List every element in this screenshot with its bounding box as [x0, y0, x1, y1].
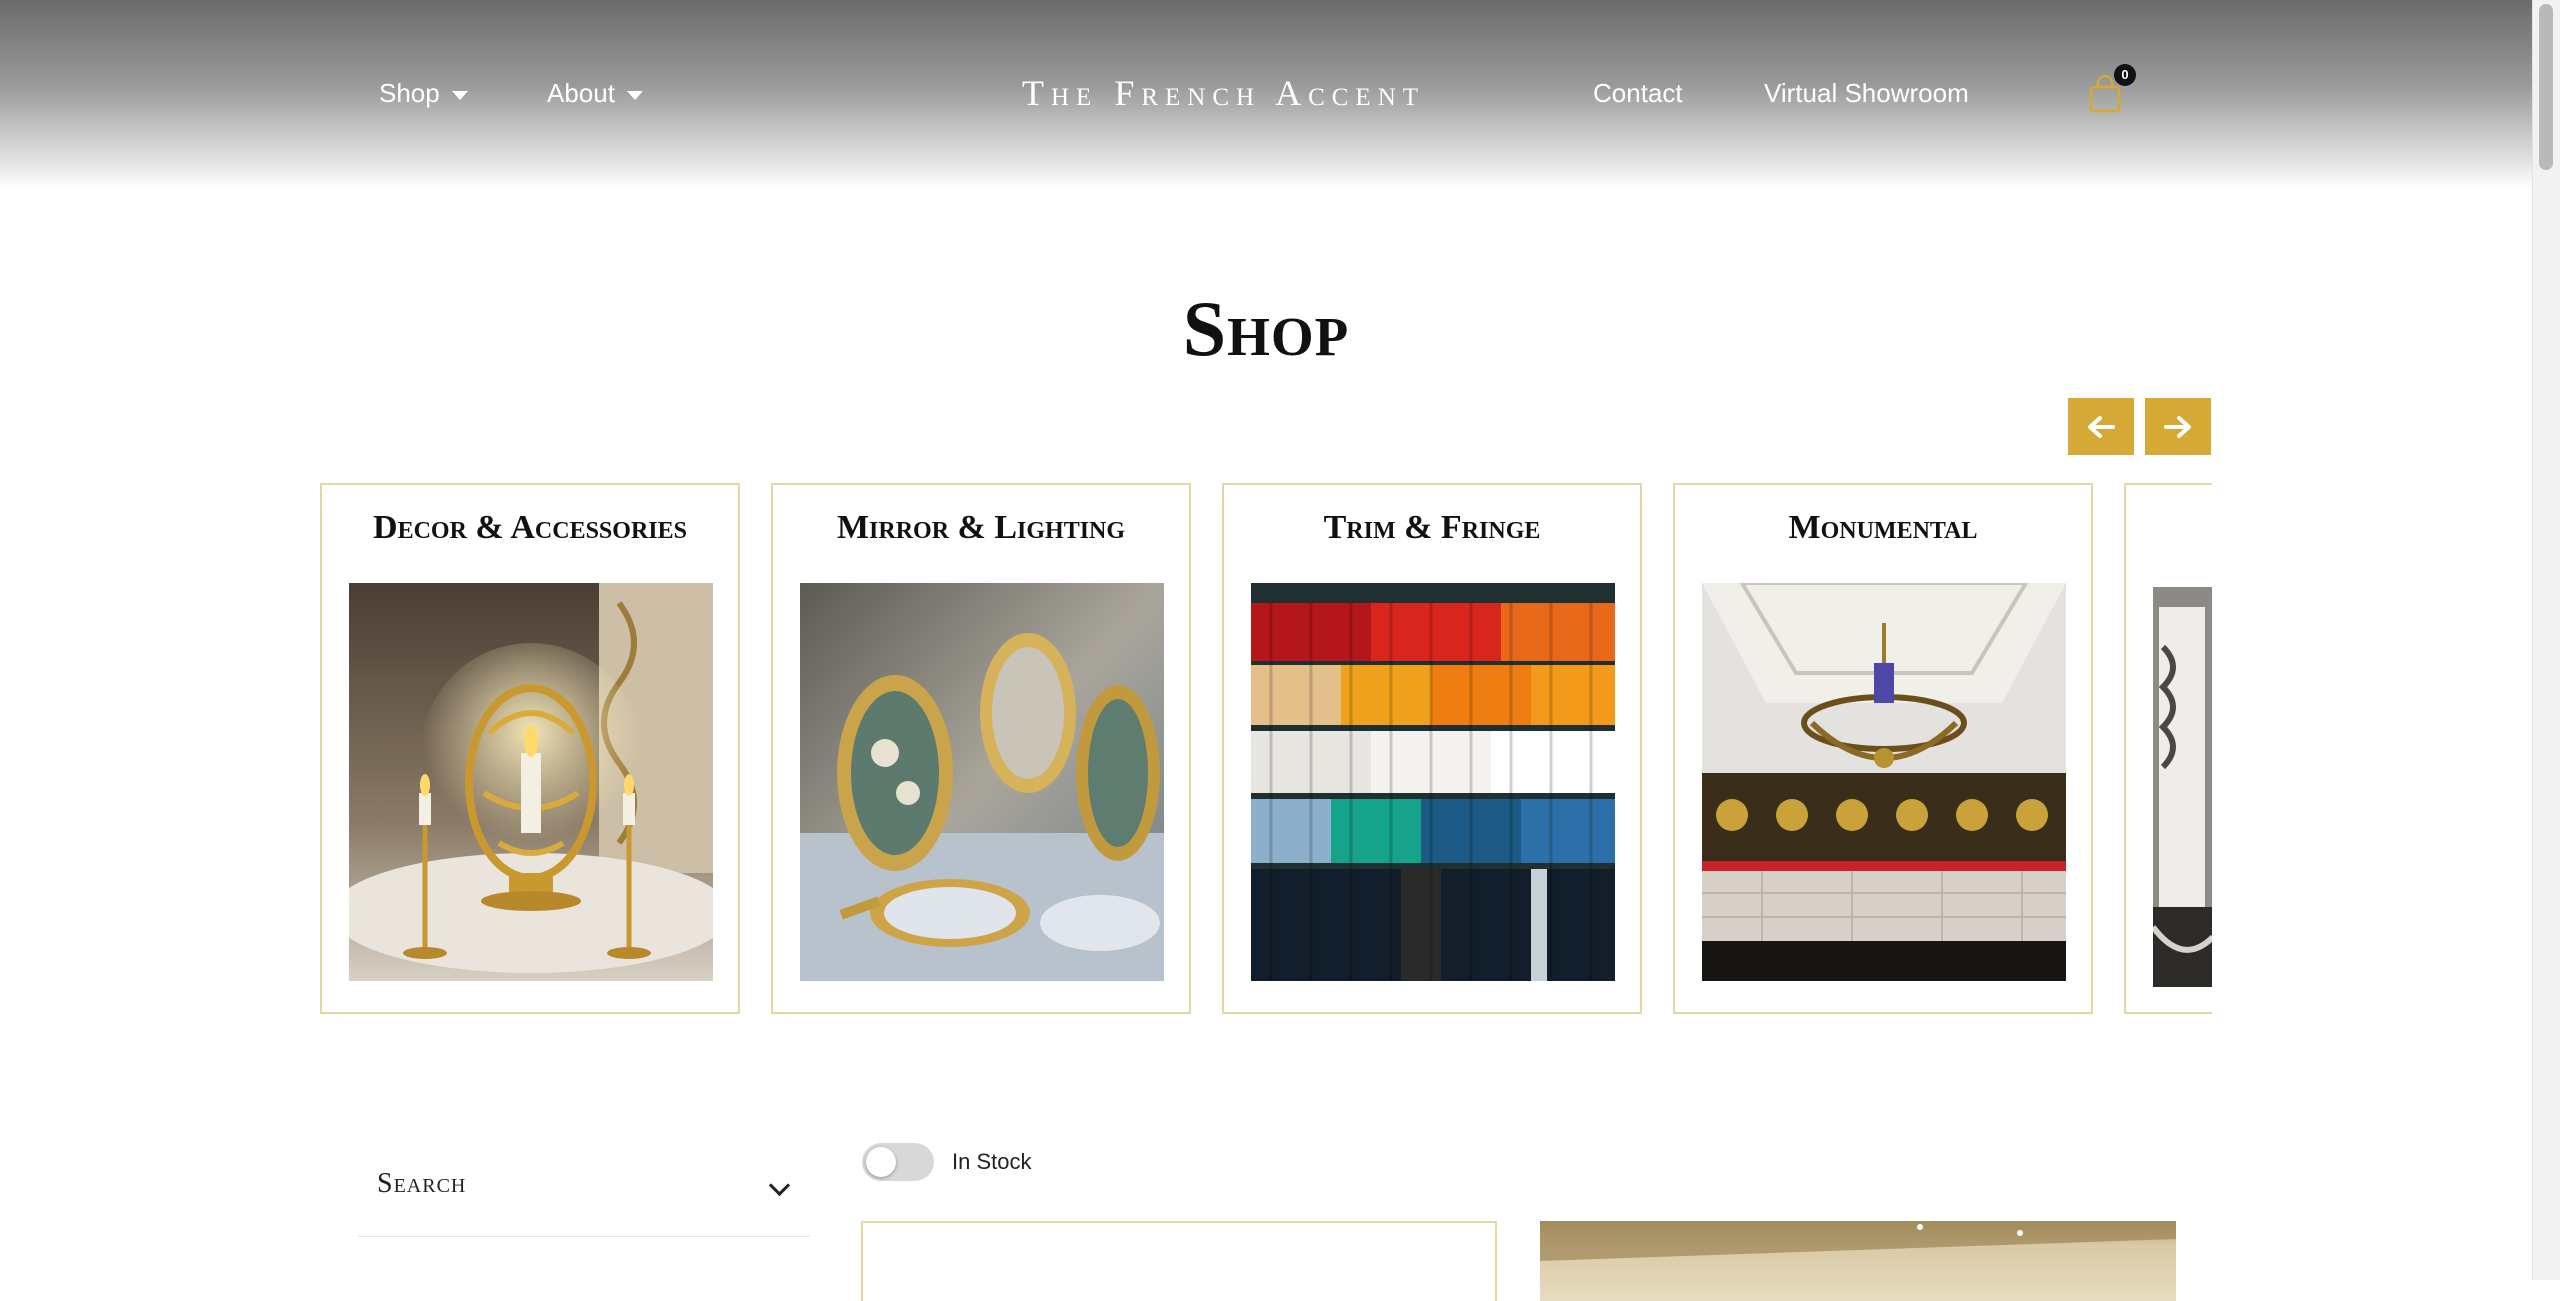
arrow-left-icon: [2088, 415, 2115, 438]
chevron-down-icon: [768, 1174, 791, 1197]
product-image: [1540, 1221, 2176, 1261]
category-image-decor: [349, 583, 713, 981]
switch-knob: [866, 1147, 896, 1177]
category-title: Mirror & Lighting: [836, 509, 1126, 546]
carousel-next-button[interactable]: [2145, 398, 2211, 455]
product-card[interactable]: [861, 1221, 1497, 1301]
scrollbar-thumb[interactable]: [2539, 4, 2553, 170]
category-carousel: Decor & Accessories Mirror & Lighting Tr…: [320, 483, 2212, 1018]
cart-count-badge: 0: [2114, 64, 2136, 86]
category-title: Decor & Accessories: [373, 509, 687, 546]
nav-shop-label: Shop: [379, 78, 440, 108]
category-image-trim: [1251, 583, 1615, 981]
nav-about[interactable]: About: [547, 78, 643, 109]
search-filter-label: Search: [377, 1168, 467, 1199]
nav-virtual-showroom[interactable]: Virtual Showroom: [1764, 78, 1969, 109]
carousel-prev-button[interactable]: [2068, 398, 2134, 455]
category-image-mirror: [800, 583, 1164, 981]
category-title: Monumental: [1788, 509, 1978, 546]
nav-showroom-label: Virtual Showroom: [1764, 78, 1969, 108]
nav-contact-label: Contact: [1593, 78, 1683, 108]
category-card-mirror-lighting[interactable]: Mirror & Lighting: [771, 483, 1191, 1014]
nav-shop[interactable]: Shop: [379, 78, 468, 109]
in-stock-label: In Stock: [952, 1149, 1032, 1174]
search-filter-toggle[interactable]: Search: [358, 1156, 810, 1237]
category-card-partial[interactable]: [2124, 483, 2212, 1014]
page-title: Shop: [1182, 285, 1350, 372]
site-header: Shop About The French Accent Contact Vir…: [0, 0, 2532, 190]
brand-logo[interactable]: The French Accent: [1022, 72, 1502, 114]
category-card-decor-accessories[interactable]: Decor & Accessories: [320, 483, 740, 1014]
nav-contact[interactable]: Contact: [1593, 78, 1683, 109]
category-card-monumental[interactable]: Monumental: [1673, 483, 2093, 1014]
nav-about-label: About: [547, 78, 615, 108]
in-stock-switch[interactable]: [862, 1143, 934, 1181]
caret-down-icon: [451, 90, 468, 100]
category-image-partial: [2153, 587, 2212, 987]
product-card[interactable]: [1540, 1221, 2176, 1301]
caret-down-icon: [626, 90, 643, 100]
category-title: Trim & Fringe: [1323, 509, 1541, 546]
category-image-monumental: [1702, 583, 2066, 981]
category-card-trim-fringe[interactable]: Trim & Fringe: [1222, 483, 1642, 1014]
page-scrollbar[interactable]: [2532, 0, 2560, 1280]
arrow-right-icon: [2164, 415, 2191, 438]
